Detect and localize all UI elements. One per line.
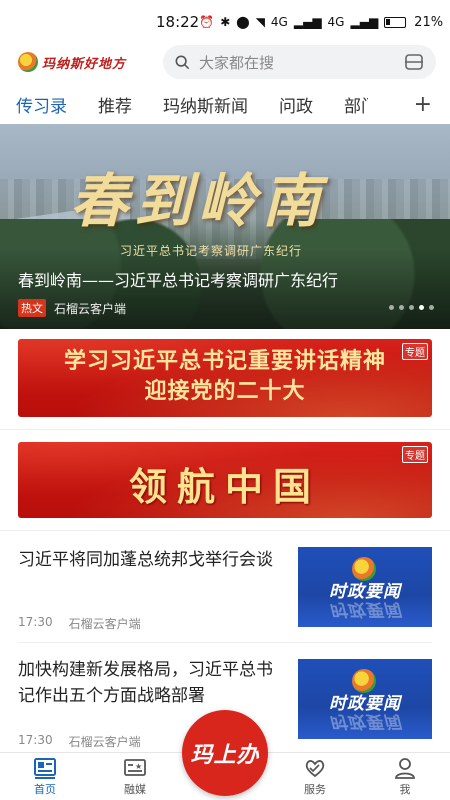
news-title: 习近平将同加蓬总统邦戈举行会谈	[18, 550, 273, 570]
user-icon	[395, 758, 415, 779]
app-header: 玛纳斯好地方 大家都在搜	[0, 44, 450, 80]
hot-badge: 热文	[18, 299, 46, 317]
news-thumbnail: 时政要闻 时政要闻	[298, 659, 432, 739]
banner-study-line-2: 迎接党的二十大	[144, 379, 306, 404]
logo-text: 玛纳斯好地方	[42, 56, 127, 72]
news-thumbnail: 时政要闻 时政要闻	[298, 547, 432, 627]
battery-icon	[384, 16, 407, 28]
media-icon: ★	[124, 759, 146, 776]
banner-study-text: 学习习近平总书记重要讲话精神 迎接党的二十大	[18, 347, 432, 407]
news-meta: 17:30 石榴云客户端	[18, 615, 141, 632]
signal-icon-2: ▂▄▆	[350, 15, 379, 29]
hero-title[interactable]: 春到岭南——习近平总书记考察调研广东纪行	[18, 267, 338, 291]
signal-icon: ▂▄▆	[293, 15, 322, 29]
app-logo[interactable]: 玛纳斯好地方	[18, 52, 163, 72]
add-tab-icon[interactable]: +	[414, 92, 432, 117]
nav-me-label: 我	[399, 783, 411, 796]
category-tabs: 传习录 推荐 玛纳斯新闻 问政 部门 +	[0, 84, 450, 124]
tab-manas-news[interactable]: 玛纳斯新闻	[163, 92, 248, 117]
tab-departments[interactable]: 部门	[344, 92, 368, 117]
mashangban-label: 玛上办	[190, 742, 260, 768]
hero-meta: 热文 石榴云客户端	[18, 299, 126, 317]
location-icon: ⬤	[236, 15, 250, 29]
news-source: 石榴云客户端	[68, 617, 141, 631]
nav-home-label: 首页	[34, 783, 56, 796]
search-bar[interactable]: 大家都在搜	[163, 45, 436, 79]
carousel-dots	[389, 305, 434, 310]
battery-percent: 21%	[414, 14, 444, 30]
carousel-dot[interactable]	[389, 305, 394, 310]
search-icon	[175, 55, 189, 69]
home-icon	[34, 758, 56, 779]
divider	[0, 429, 450, 430]
logo-icon	[18, 52, 38, 72]
status-icons: ⏰ ✱ ⬤ ◥ 4G ▂▄▆ 4G ▂▄▆ 21%	[199, 15, 443, 30]
thumb-reflection: 时政要闻	[329, 711, 401, 731]
carousel-dot[interactable]	[429, 305, 434, 310]
topic-banner-lead-china[interactable]: 领航中国 专题	[18, 442, 432, 518]
nav-service-label: 服务	[304, 783, 326, 796]
status-bar: 18:22 ⏰ ✱ ⬤ ◥ 4G ▂▄▆ 4G ▂▄▆ 21%	[0, 0, 450, 44]
nav-media[interactable]: ★ 融媒	[90, 753, 180, 800]
hero-carousel[interactable]: 春到岭南 习近平总书记考察调研广东纪行 春到岭南——习近平总书记考察调研广东纪行…	[0, 124, 450, 329]
search-placeholder: 大家都在搜	[199, 53, 275, 72]
nav-me[interactable]: 我	[360, 753, 450, 800]
network-label: 4G	[270, 15, 288, 29]
news-time: 17:30	[18, 733, 53, 747]
bluetooth-icon: ✱	[220, 15, 231, 29]
hero-source: 石榴云客户端	[54, 301, 127, 316]
carousel-dot-active[interactable]	[419, 305, 424, 310]
tab-recommend[interactable]: 推荐	[98, 92, 132, 117]
wifi-icon: ◥	[255, 15, 265, 29]
news-meta: 17:30 石榴云客户端	[18, 733, 141, 750]
news-item[interactable]: 习近平将同加蓬总统邦戈举行会谈 17:30 石榴云客户端 时政要闻 时政要闻	[18, 531, 432, 643]
news-time: 17:30	[18, 615, 53, 629]
scan-icon[interactable]	[404, 53, 424, 71]
carousel-dot[interactable]	[409, 305, 414, 310]
carousel-dot[interactable]	[399, 305, 404, 310]
topic-banner-study[interactable]: 学习习近平总书记重要讲话精神 迎接党的二十大 专题	[18, 339, 432, 417]
alarm-icon: ⏰	[199, 15, 215, 29]
svg-text:★: ★	[135, 762, 142, 771]
banner-lead-china-text: 领航中国	[128, 464, 321, 509]
tab-chuanxilu[interactable]: 传习录	[16, 92, 67, 117]
topic-tag: 专题	[402, 343, 428, 360]
thumb-reflection: 时政要闻	[329, 599, 401, 619]
nav-service[interactable]: 服务	[270, 753, 360, 800]
nav-home[interactable]: 首页	[0, 753, 90, 800]
mashangban-button[interactable]: 玛上办	[182, 710, 268, 796]
status-time: 18:22	[156, 13, 200, 31]
topic-tag: 专题	[402, 446, 428, 463]
network-label-2: 4G	[327, 15, 345, 29]
news-source: 石榴云客户端	[68, 735, 141, 749]
nav-media-label: 融媒	[124, 783, 146, 796]
hero-calligraphy: 春到岭南	[70, 167, 327, 235]
banner-study-line-1: 学习习近平总书记重要讲话精神	[63, 349, 386, 374]
service-icon	[305, 760, 325, 778]
tab-wenzheng[interactable]: 问政	[279, 92, 313, 117]
news-title: 加快构建新发展格局，习近平总书记作出五个方面战略部署	[18, 660, 273, 706]
